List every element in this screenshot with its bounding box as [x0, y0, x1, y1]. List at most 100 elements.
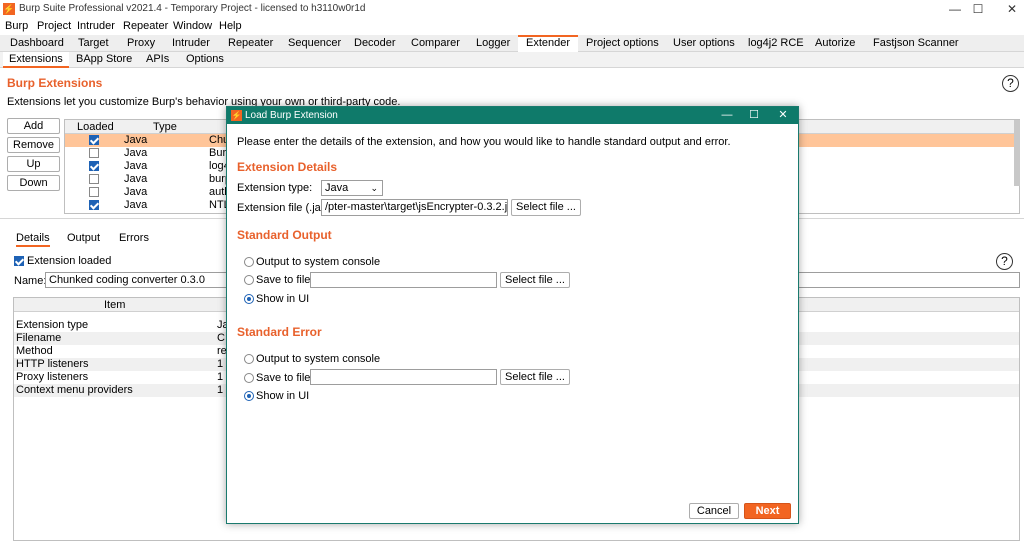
tab-fastjson-scanner[interactable]: Fastjson Scanner [865, 35, 967, 52]
loaded-checkbox[interactable] [89, 200, 99, 210]
dialog-title: Load Burp Extension [245, 110, 338, 121]
menu-bar: Burp Project Intruder Repeater Window He… [0, 18, 1024, 35]
select-extension-file-button[interactable]: Select file ... [511, 199, 581, 216]
down-button[interactable]: Down [7, 175, 60, 191]
row-item: Filename [16, 332, 62, 344]
extension-loaded-label: Extension loaded [27, 255, 112, 267]
extension-details-heading: Extension Details [237, 160, 338, 174]
tab-logger[interactable]: Logger [468, 35, 518, 52]
extension-file-field[interactable]: /pter-master\target\jsEncrypter-0.3.2.ja… [321, 199, 508, 216]
dialog-minimize-button[interactable]: — [714, 107, 740, 124]
extension-file-label: Extension file (.jar): [237, 202, 332, 214]
name-label: Name: [14, 275, 47, 287]
tab-project-options[interactable]: Project options [578, 35, 667, 52]
add-button[interactable]: Add [7, 118, 60, 134]
output-console-radio[interactable] [244, 257, 254, 267]
error-console-label: Output to system console [256, 353, 381, 365]
tab-autorize[interactable]: Autorize [807, 35, 863, 52]
extension-type-value: Java [325, 182, 349, 194]
output-save-radio[interactable] [244, 275, 254, 285]
details-help-icon[interactable]: ? [996, 253, 1013, 270]
sub-tab-bar: Extensions BApp Store APIs Options [0, 52, 1024, 68]
output-console-label: Output to system console [256, 256, 381, 268]
menu-help[interactable]: Help [219, 20, 242, 32]
loaded-checkbox[interactable] [89, 174, 99, 184]
standard-error-heading: Standard Error [237, 325, 322, 339]
standard-output-heading: Standard Output [237, 228, 332, 242]
tab-details[interactable]: Details [16, 232, 50, 247]
close-window-button[interactable]: ✕ [989, 0, 1024, 18]
burp-logo-icon: ⚡ [231, 110, 242, 121]
row-type: Java [124, 186, 148, 198]
output-show-ui-radio[interactable] [244, 294, 254, 304]
select-output-file-button[interactable]: Select file ... [500, 272, 570, 288]
error-save-label: Save to file: [256, 372, 314, 384]
error-file-field[interactable] [310, 369, 497, 385]
remove-button[interactable]: Remove [7, 137, 60, 153]
tab-errors[interactable]: Errors [119, 232, 149, 244]
burp-extensions-heading: Burp Extensions [7, 76, 103, 90]
loaded-checkbox[interactable] [89, 148, 99, 158]
row-type: Java [124, 134, 148, 146]
loaded-checkbox[interactable] [89, 187, 99, 197]
extension-type-select[interactable]: Java ⌄ [321, 180, 383, 196]
error-console-radio[interactable] [244, 354, 254, 364]
column-type[interactable]: Type [153, 121, 177, 133]
extensions-scrollbar[interactable] [1014, 120, 1020, 186]
dialog-close-button[interactable]: ✕ [770, 107, 796, 124]
output-file-field[interactable] [310, 272, 497, 288]
row-item: Method [16, 345, 53, 357]
output-save-label: Save to file: [256, 274, 314, 286]
output-show-ui-label: Show in UI [256, 293, 310, 305]
tab-intruder[interactable]: Intruder [164, 35, 218, 52]
next-button[interactable]: Next [744, 503, 791, 519]
loaded-checkbox[interactable] [89, 161, 99, 171]
load-extension-dialog: ⚡ Load Burp Extension — ☐ ✕ Please enter… [226, 106, 799, 524]
chevron-down-icon: ⌄ [370, 183, 378, 193]
up-button[interactable]: Up [7, 156, 60, 172]
burp-logo-icon: ⚡ [3, 3, 15, 15]
row-item: Context menu providers [16, 384, 133, 396]
error-show-ui-radio[interactable] [244, 391, 254, 401]
select-error-file-button[interactable]: Select file ... [500, 369, 570, 385]
tab-repeater[interactable]: Repeater [220, 35, 281, 52]
subtab-extensions[interactable]: Extensions [3, 52, 69, 68]
column-item: Item [104, 299, 126, 311]
error-save-radio[interactable] [244, 373, 254, 383]
row-item: Proxy listeners [16, 371, 89, 383]
tab-dashboard[interactable]: Dashboard [2, 35, 72, 52]
error-show-ui-label: Show in UI [256, 390, 310, 402]
tab-log4j2-rce[interactable]: log4j2 RCE [740, 35, 812, 52]
tab-comparer[interactable]: Comparer [403, 35, 468, 52]
dialog-titlebar: ⚡ Load Burp Extension — ☐ ✕ [227, 107, 798, 124]
tab-user-options[interactable]: User options [665, 35, 743, 52]
tab-output[interactable]: Output [67, 232, 100, 244]
loaded-checkbox[interactable] [89, 135, 99, 145]
window-title: Burp Suite Professional v2021.4 - Tempor… [19, 3, 366, 14]
extension-type-label: Extension type: [237, 182, 313, 194]
row-value: 1 [217, 384, 224, 396]
tab-decoder[interactable]: Decoder [346, 35, 404, 52]
row-type: Java [124, 173, 148, 185]
menu-intruder[interactable]: Intruder [77, 20, 115, 32]
main-tab-bar: Dashboard Target Proxy Intruder Repeater… [0, 35, 1024, 52]
menu-burp[interactable]: Burp [5, 20, 28, 32]
tab-proxy[interactable]: Proxy [119, 35, 163, 52]
help-icon[interactable]: ? [1002, 75, 1019, 92]
row-value: 1 [217, 371, 224, 383]
menu-project[interactable]: Project [37, 20, 71, 32]
menu-window[interactable]: Window [173, 20, 212, 32]
extension-loaded-checkbox[interactable] [14, 256, 24, 266]
subtab-options[interactable]: Options [180, 52, 230, 68]
tab-target[interactable]: Target [70, 35, 117, 52]
menu-repeater[interactable]: Repeater [123, 20, 168, 32]
tab-sequencer[interactable]: Sequencer [280, 35, 349, 52]
dialog-maximize-button[interactable]: ☐ [741, 107, 767, 124]
subtab-bapp-store[interactable]: BApp Store [70, 52, 138, 68]
column-loaded[interactable]: Loaded [77, 121, 114, 133]
cancel-button[interactable]: Cancel [689, 503, 739, 519]
subtab-apis[interactable]: APIs [140, 52, 175, 68]
row-item: HTTP listeners [16, 358, 89, 370]
tab-extender[interactable]: Extender [518, 35, 579, 52]
row-type: Java [124, 199, 148, 211]
